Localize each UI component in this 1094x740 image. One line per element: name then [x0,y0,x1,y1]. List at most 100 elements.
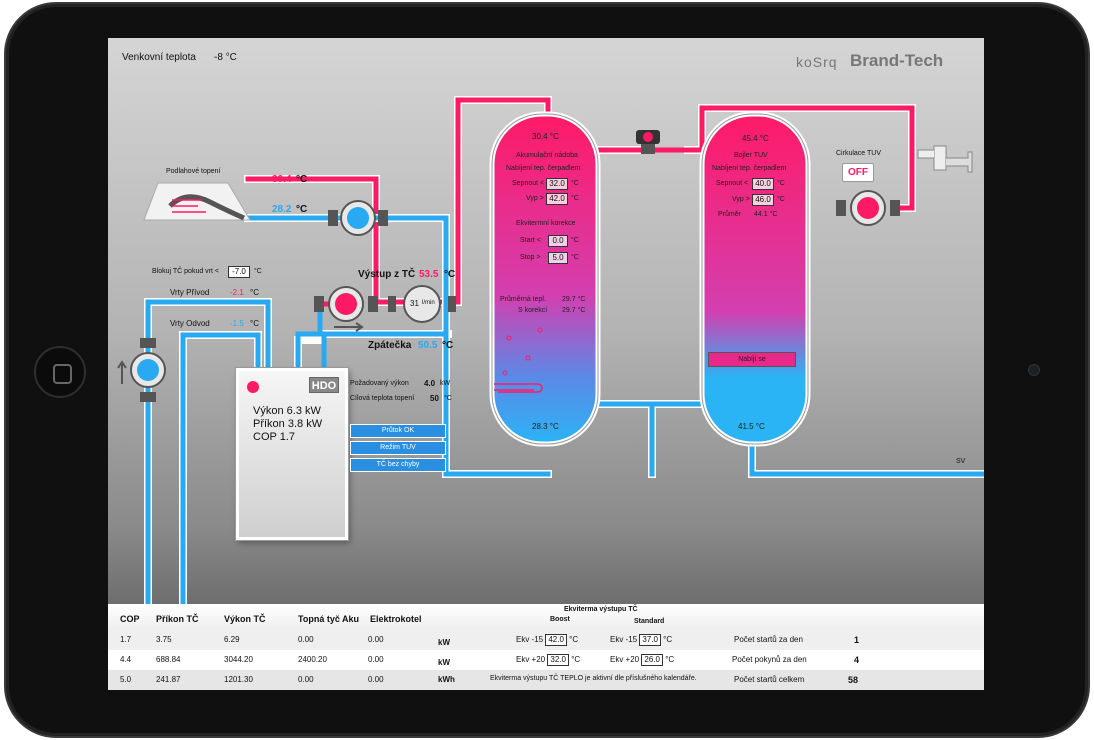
cell-input: 688.84 [156,655,181,664]
acc-equitherm-title: Ekvitermní korekce [516,220,576,227]
requested-power-label: Požadovaný výkon [350,380,409,387]
hp-input-unit: kW [306,418,323,430]
requested-power-unit: kW [440,380,451,387]
cell-unit: kWh [438,675,455,684]
dhw-mode-button[interactable]: Režim TUV [350,441,446,455]
borehole-supply-value: -2.1 [230,288,244,297]
hp-output-value: 53.5 [419,269,439,280]
borehole-supply-label: Vrty Přívod [170,288,210,297]
status-led [247,381,259,393]
boost-plus20-input[interactable]: 32.0 [547,654,569,666]
deg-unit: °C [665,655,675,664]
hp-return-value: 50.5 [418,340,438,351]
cell-unit: kW [438,638,450,647]
acc-off-label: Vyp > [526,195,544,202]
hp-power-unit: kW [305,405,321,417]
acc-eq-start-input[interactable]: 0.0 [548,235,568,247]
block-label: Blokuj TČ pokud vrt < [152,268,219,275]
col-boiler: Elektrokotel [370,614,422,624]
target-temp-label: Cílová teplota topení [350,395,415,402]
hp-input-label: Příkon [253,418,285,430]
acc-avg-value: 29.7 °C [562,296,586,303]
boiler-bottom-temp: 41.5 °C [738,422,765,431]
floor-heating-icon [143,182,251,221]
boiler-on-label: Sepnout < [716,180,749,187]
hdo-badge: HDO [309,377,339,393]
cell-input: 241.87 [156,675,181,684]
boiler-tank-shape [699,111,811,447]
boost-minus15-input[interactable]: 42.0 [545,634,567,646]
hp-output-unit: °C [444,269,456,280]
floor-return-unit: °C [296,204,308,215]
block-value-input[interactable]: -7.0 [228,266,250,278]
standard-header: Standard [634,618,665,625]
acc-on-label: Sepnout < [512,180,545,187]
col-cop: COP [120,614,140,624]
hp-stats: Výkon 6.3 kW Příkon 3.8 kW COP 1.7 [253,405,322,444]
acc-eq-start-label: Start < [520,237,541,244]
cell-cop: 1.7 [120,635,132,644]
block-unit: °C [254,268,262,275]
cell-power: 3044.20 [224,655,253,664]
acc-eq-stop-unit: °C [571,254,579,261]
boiler-top-temp: 45.4 °C [742,134,769,143]
cell-rod: 0.00 [298,635,314,644]
circulation-toggle-button[interactable]: OFF [842,163,874,182]
borehole-return-value: -1.5 [230,319,244,328]
standard-plus20-input[interactable]: 26.0 [641,654,663,666]
acc-off-input[interactable]: 42.0 [546,193,568,205]
deg-unit: °C [569,635,579,644]
starts-total-label: Počet startů celkem [734,675,805,684]
boiler-off-unit: °C [777,196,785,203]
eq-header: Ekviterma výstupu TČ [564,606,638,613]
starts-per-day-label: Počet startů za den [734,635,803,644]
target-temp-value: 50 [430,394,439,403]
col-rod: Topná tyč Aku [298,614,360,624]
starts-per-day-value: 1 [854,635,860,645]
col-input: Příkon TČ [156,614,199,624]
cell-boiler: 0.00 [368,655,384,664]
pump-borehole-icon [117,338,166,402]
faucet-icon [917,145,973,173]
acc-charge-label: Nabíjení tep. čerpadlem [506,165,581,172]
hp-input-value: 3.8 [287,418,304,430]
flow-value: 31 [410,299,419,308]
boost-label: Ekv -15 [516,635,544,644]
boiler-avg-label: Průměr [718,211,741,218]
table-row: 4.4 688.84 3044.20 2400.20 0.00 kW Ekv +… [108,650,984,670]
boiler-charging-indicator: Nabíjí se [708,352,796,367]
acc-off-unit: °C [571,195,579,202]
sv-label: SV [956,458,966,465]
boiler-on-input[interactable]: 40.0 [752,178,774,190]
boiler-off-input[interactable]: 46.0 [752,194,774,206]
hp-power-label: Výkon [253,405,284,417]
outdoor-temp-value: -8 °C [214,52,237,63]
stats-table: COP Příkon TČ Výkon TČ Topná tyč Aku Ele… [108,604,984,690]
col-power: Výkon TČ [224,614,266,624]
table-header: COP Příkon TČ Výkon TČ Topná tyč Aku Ele… [108,604,984,630]
hp-no-error-button[interactable]: TČ bez chyby [350,458,446,472]
acc-on-unit: °C [571,180,579,187]
table-row: 1.7 3.75 6.29 0.00 0.00 kW Ekv -15 42.0 … [108,630,984,650]
cell-rod: 2400.20 [298,655,327,664]
acc-title: Akumulační nádoba [516,152,578,159]
table-row: 5.0 241.87 1201.30 0.00 0.00 kWh Ekviter… [108,670,984,690]
floor-supply-temp: 30.4 [272,174,292,185]
acc-eq-stop-input[interactable]: 5.0 [548,252,568,264]
boiler-on-unit: °C [777,180,785,187]
target-temp-unit: °C [444,395,452,402]
cell-unit: kW [438,658,450,667]
circulation-label: Cirkulace TUV [836,150,881,157]
equitherm-note: Ekviterma výstupu TČ TEPLO je aktivní dl… [490,675,697,682]
hp-return-unit: °C [442,340,454,351]
hp-return-label: Zpátečka [368,340,412,351]
home-button[interactable] [34,346,86,398]
hp-cop-label: COP [253,431,277,443]
boiler-avg-value: 44.1 °C [754,211,778,218]
standard-minus15-input[interactable]: 37.0 [639,634,661,646]
flow-ok-button[interactable]: Průtok OK [350,424,446,438]
standard-label: Ekv -15 [610,635,638,644]
acc-corr-label: S korekcí [518,307,548,314]
acc-on-input[interactable]: 32.0 [546,178,568,190]
borehole-return-unit: °C [250,319,259,328]
